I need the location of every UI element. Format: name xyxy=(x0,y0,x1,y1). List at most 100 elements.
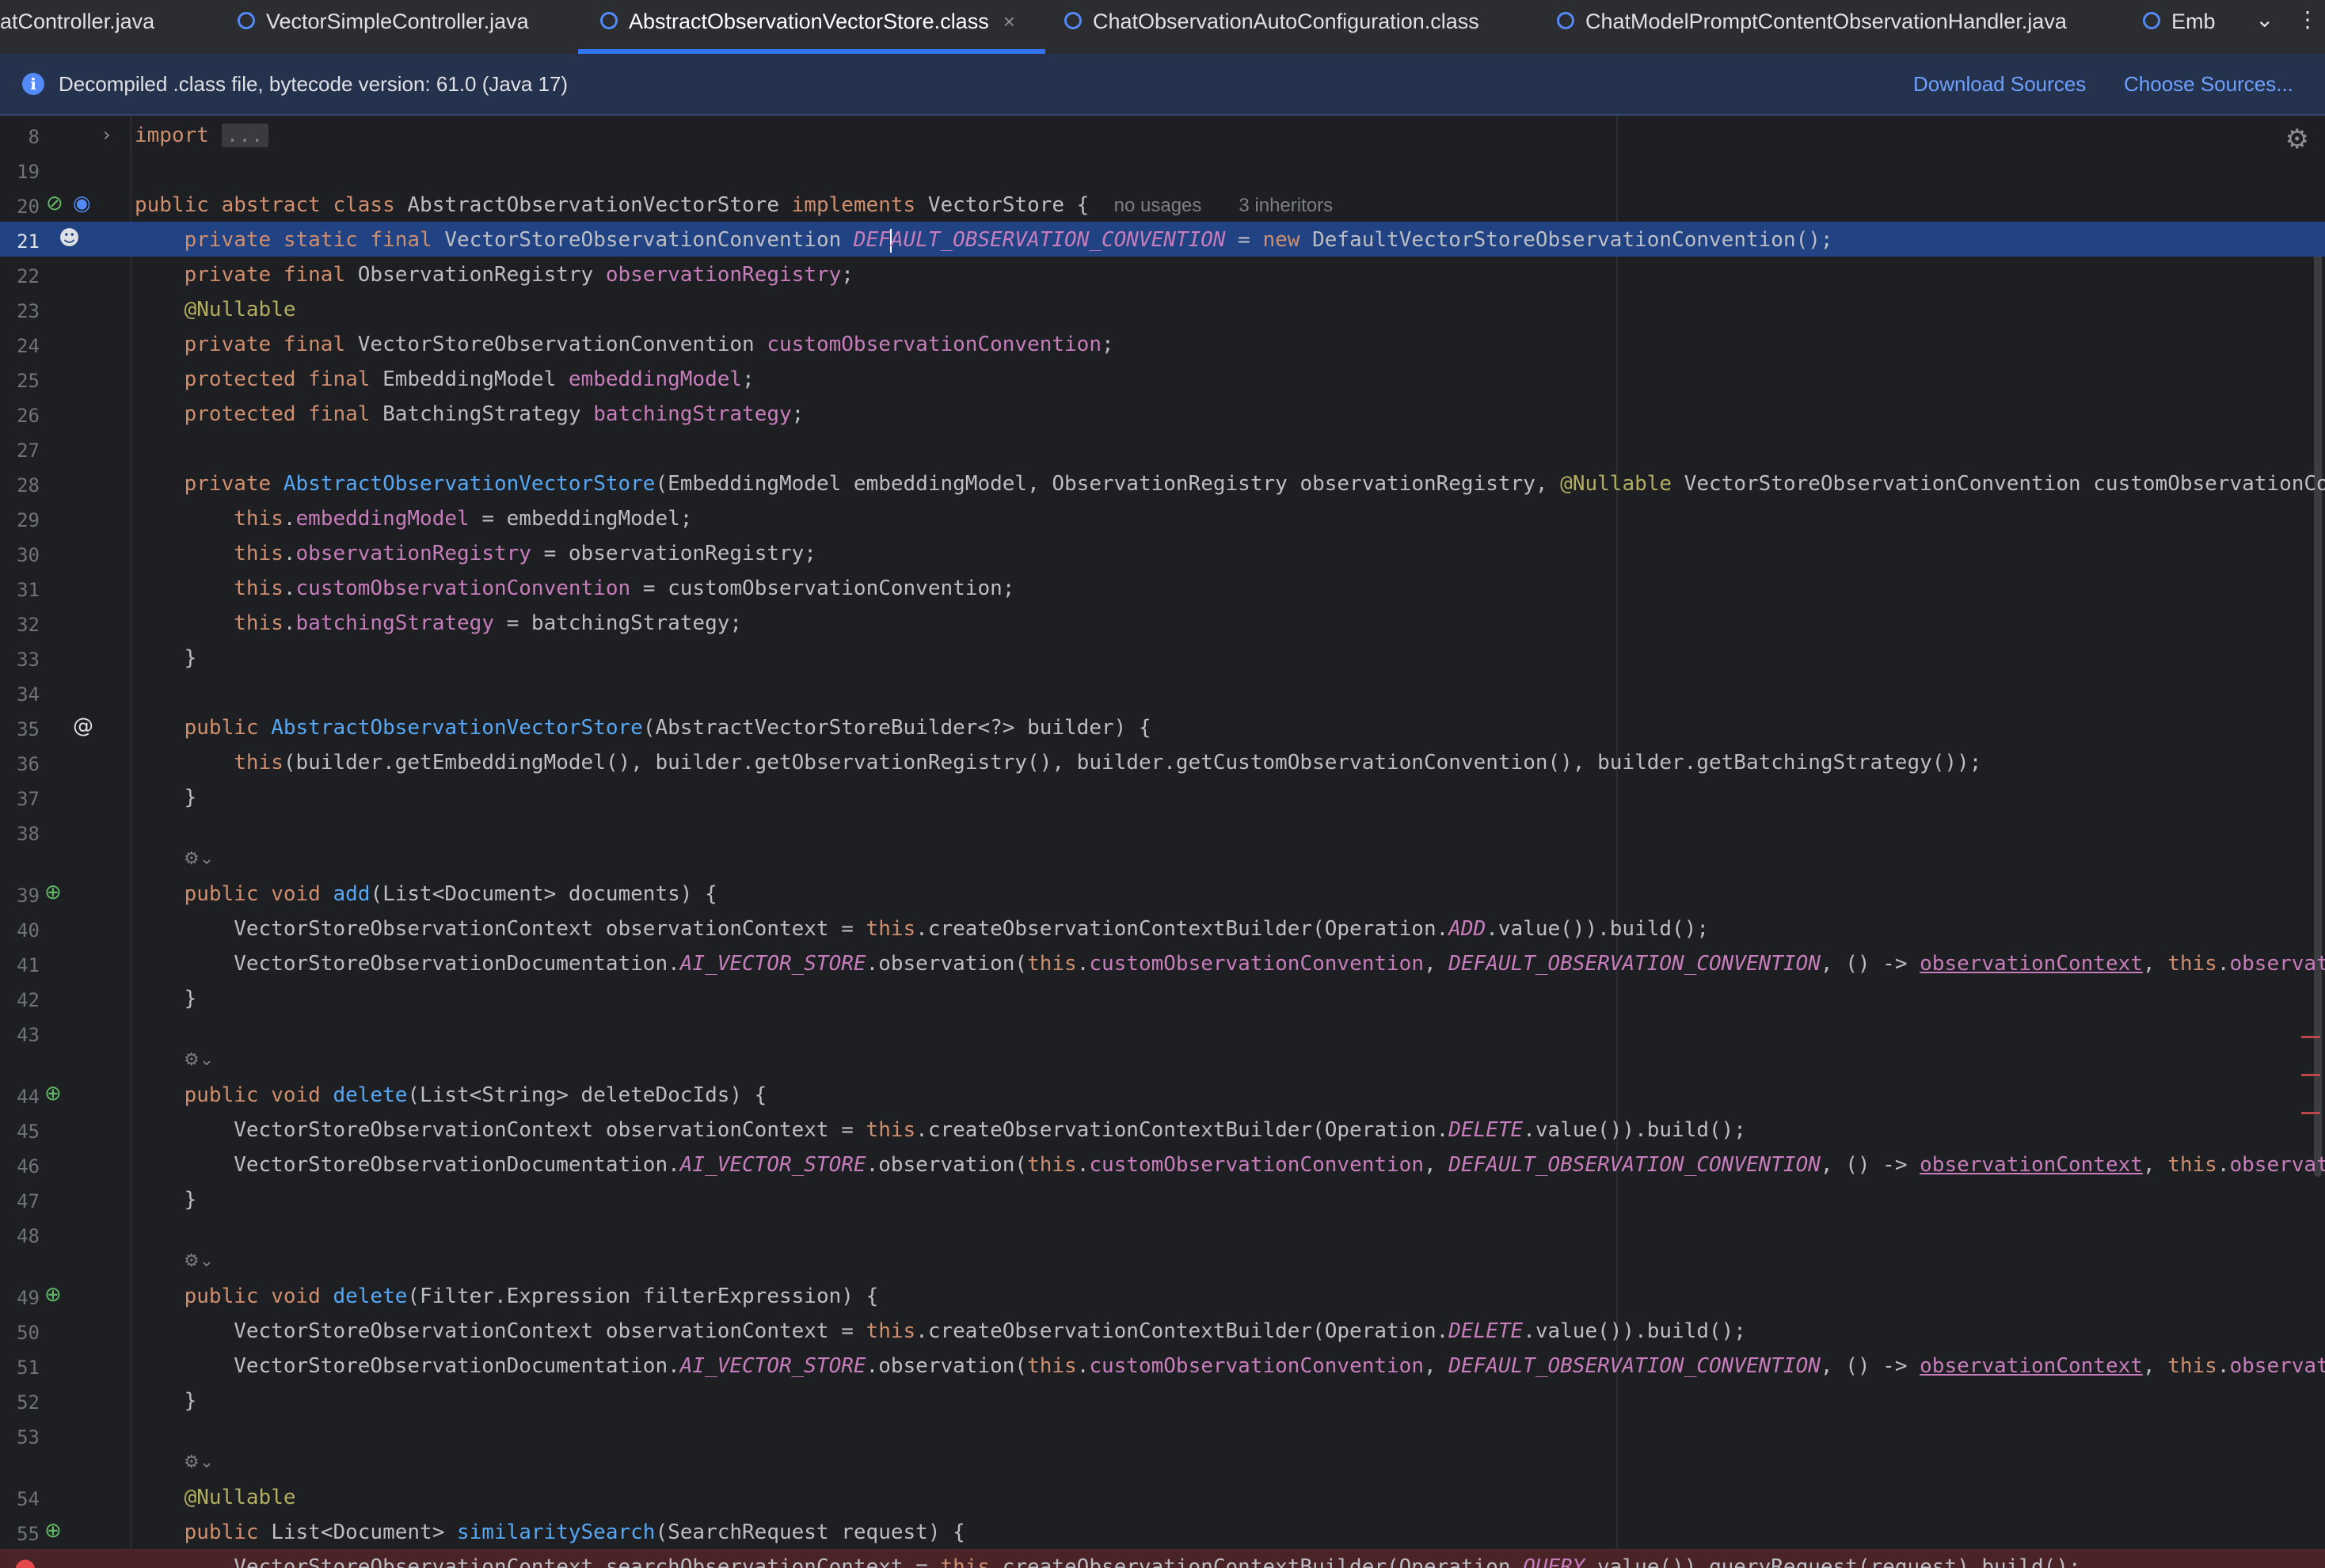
code-text: VectorStoreObservationDocumentation.AI_V… xyxy=(135,952,2325,976)
code-line: 31 this.customObservationConvention = cu… xyxy=(0,570,2325,605)
more-vertical-icon[interactable]: ⋮ xyxy=(2296,6,2319,32)
code-line: 38 xyxy=(0,814,2325,849)
ai-assist-icon[interactable]: ⚙⌄ xyxy=(184,1251,214,1271)
code-text: VectorStoreObservationDocumentation.AI_V… xyxy=(135,1354,2325,1378)
ai-assist-icon[interactable]: ☻ xyxy=(59,226,80,250)
class-icon xyxy=(1064,11,1082,29)
override-icon[interactable]: ⊕ xyxy=(44,1082,62,1106)
line-number: 47 xyxy=(17,1190,40,1212)
override-icon[interactable]: ⊕ xyxy=(44,1519,62,1543)
line-number: 53 xyxy=(17,1426,40,1448)
line-number: 40 xyxy=(17,919,40,942)
code-text: private final ObservationRegistry observ… xyxy=(184,263,854,287)
line-number: 22 xyxy=(17,265,40,287)
line-number: 54 xyxy=(17,1488,40,1510)
code-line: 34 xyxy=(0,675,2325,710)
code-text: VectorStoreObservationContext searchObse… xyxy=(135,1555,2081,1568)
folded-imports[interactable]: ... xyxy=(221,124,268,147)
override-icon[interactable]: ⊕ xyxy=(44,1283,62,1307)
line-number: 30 xyxy=(17,544,40,566)
code-line: 37 } xyxy=(0,779,2325,814)
inheritors-icon[interactable]: ◉ xyxy=(73,192,91,215)
line-number: 8 xyxy=(28,126,40,148)
code-text: VectorStoreObservationContext observatio… xyxy=(135,917,1709,941)
code-line: 40 VectorStoreObservationContext observa… xyxy=(0,911,2325,946)
tab-atcontroller[interactable]: atController.java xyxy=(0,0,154,54)
line-number: 36 xyxy=(17,753,40,775)
code-text: } xyxy=(135,987,197,1010)
line-number: 27 xyxy=(17,440,40,462)
tab-vectorsimplecontroller[interactable]: VectorSimpleController.java xyxy=(238,0,529,54)
line-number: 42 xyxy=(17,989,40,1011)
tab-label: ChatModelPromptContentObservationHandler… xyxy=(1585,10,2067,33)
code-line: 19 xyxy=(0,152,2325,187)
ai-assist-icon[interactable]: ⚙⌄ xyxy=(184,1452,214,1472)
override-icon[interactable]: ⊕ xyxy=(44,881,62,904)
inheritors-hint[interactable]: 3 inheritors xyxy=(1239,195,1333,216)
code-line: 42 } xyxy=(0,980,2325,1015)
line-number: 34 xyxy=(17,683,40,706)
code-line: 22 private final ObservationRegistry obs… xyxy=(0,257,2325,291)
code-editor[interactable]: ⚙ 8 › import ... 19 20 ⊘ ◉ public abstra… xyxy=(0,116,2325,1568)
code-text: public void add(List<Document> documents… xyxy=(184,882,717,906)
code-line: 44 ⊕ public void delete(List<String> del… xyxy=(0,1077,2325,1112)
current-code-line: 21 ☻ private static final VectorStoreObs… xyxy=(0,222,2325,257)
tab-label: atController.java xyxy=(0,10,155,33)
tab-overflow: ⌄ ⋮ xyxy=(2238,0,2325,54)
tab-chatmodelpromptcontentobservationhandler[interactable]: ChatModelPromptContentObservationHandler… xyxy=(1557,0,2067,54)
download-sources-link[interactable]: Download Sources xyxy=(1913,72,2086,97)
code-line: 32 this.batchingStrategy = batchingStrat… xyxy=(0,605,2325,640)
line-number: 31 xyxy=(17,579,40,601)
info-icon: i xyxy=(22,73,44,95)
code-line: 29 this.embeddingModel = embeddingModel; xyxy=(0,500,2325,535)
line-number: 43 xyxy=(17,1024,40,1046)
line-number: 28 xyxy=(17,474,40,497)
ai-assist-icon[interactable]: ⚙⌄ xyxy=(184,849,214,869)
code-text: this.embeddingModel = embeddingModel; xyxy=(234,507,693,531)
at-usage-icon[interactable]: @ xyxy=(73,714,93,738)
code-text: public void delete(List<String> deleteDo… xyxy=(184,1083,767,1107)
editor-tab-bar: atController.java VectorSimpleController… xyxy=(0,0,2325,55)
code-line: 24 private final VectorStoreObservationC… xyxy=(0,326,2325,361)
line-number: 46 xyxy=(17,1155,40,1178)
chevron-down-icon[interactable]: ⌄ xyxy=(2255,6,2274,32)
code-text: this.observationRegistry = observationRe… xyxy=(234,542,816,565)
line-number: 25 xyxy=(17,370,40,392)
line-number: 38 xyxy=(17,823,40,845)
line-number: 55 xyxy=(17,1523,40,1545)
line-number: 50 xyxy=(17,1322,40,1344)
code-text: } xyxy=(135,786,197,809)
code-line: 20 ⊘ ◉ public abstract class AbstractObs… xyxy=(0,187,2325,222)
banner-message: Decompiled .class file, bytecode version… xyxy=(59,72,569,96)
code-text: private static final VectorStoreObservat… xyxy=(184,228,1833,253)
code-line: 35 @ public AbstractObservationVectorSto… xyxy=(0,710,2325,744)
line-number: 39 xyxy=(17,885,40,907)
tab-abstractobservationvectorstore[interactable]: AbstractObservationVectorStore.class × xyxy=(578,0,1045,54)
tab-emb[interactable]: Emb xyxy=(2143,0,2216,54)
fold-icon[interactable]: › xyxy=(103,124,111,146)
choose-sources-link[interactable]: Choose Sources... xyxy=(2124,72,2293,97)
line-number: 33 xyxy=(17,649,40,671)
ai-assist-icon[interactable]: ⚙⌄ xyxy=(184,1050,214,1070)
code-line: 27 xyxy=(0,431,2325,466)
code-line: 30 this.observationRegistry = observatio… xyxy=(0,535,2325,570)
line-number: 24 xyxy=(17,335,40,357)
code-text: @Nullable xyxy=(184,1486,296,1509)
code-line: 49 ⊕ public void delete(Filter.Expressio… xyxy=(0,1278,2325,1313)
code-text: protected final BatchingStrategy batchin… xyxy=(184,402,805,426)
tab-chatobservationautoconfiguration[interactable]: ChatObservationAutoConfiguration.class xyxy=(1064,0,1479,54)
tab-label: VectorSimpleController.java xyxy=(266,10,529,33)
line-number: 32 xyxy=(17,614,40,636)
code-text: public void delete(Filter.Expression fil… xyxy=(184,1284,879,1308)
inlay-line: ⚙⌄ xyxy=(0,846,2325,876)
code-line: 52 } xyxy=(0,1383,2325,1418)
import-keyword: import xyxy=(135,124,209,147)
code-line: 45 VectorStoreObservationContext observa… xyxy=(0,1112,2325,1147)
close-icon[interactable]: × xyxy=(1003,10,1015,33)
code-text: } xyxy=(135,646,197,670)
class-icon xyxy=(238,11,255,29)
implements-icon[interactable]: ⊘ xyxy=(46,192,63,215)
usages-hint[interactable]: no usages xyxy=(1114,195,1202,216)
breakpoint-icon[interactable]: ● xyxy=(14,1552,36,1568)
code-line: 39 ⊕ public void add(List<Document> docu… xyxy=(0,876,2325,911)
